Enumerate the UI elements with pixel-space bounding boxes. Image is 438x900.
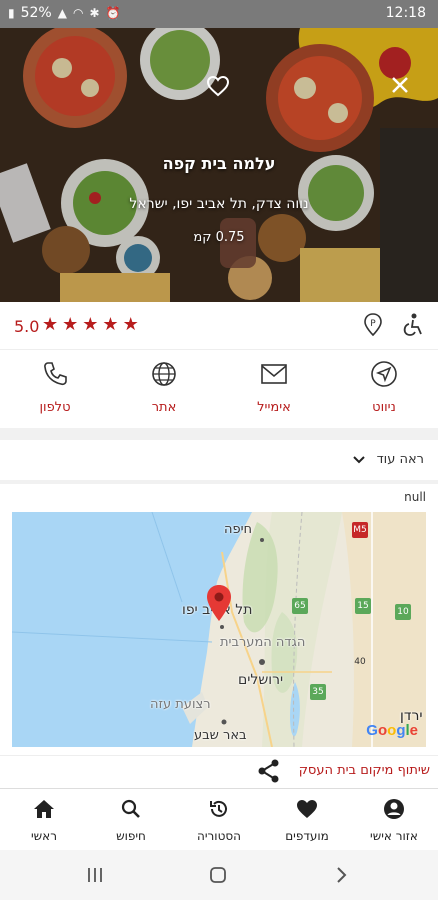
history-icon bbox=[210, 800, 227, 817]
wifi-icon: ◠ bbox=[72, 6, 84, 20]
email-button[interactable]: אימייל bbox=[229, 358, 319, 415]
favorite-button[interactable] bbox=[206, 75, 234, 103]
rating-value: 5.0 bbox=[14, 317, 40, 336]
business-details-screen: ▮ 52% ▲ ◠ ✱ ⏰ 12:18 עלמה בית קפה נווה צד… bbox=[0, 0, 438, 900]
map-tiles bbox=[12, 512, 426, 747]
see-more-label: ראה עוד bbox=[376, 452, 424, 467]
share-location-label: שיתוף מיקום בית העסק bbox=[298, 763, 430, 778]
nav-home-label: ראשי bbox=[31, 829, 57, 843]
close-button[interactable] bbox=[390, 75, 418, 103]
star-icon: ★ bbox=[102, 314, 119, 335]
account-icon bbox=[384, 799, 404, 819]
star-icon: ★ bbox=[62, 314, 79, 335]
home-square-icon bbox=[210, 867, 226, 883]
map-label-beersheba: באר שבע bbox=[194, 728, 247, 743]
svg-text:P: P bbox=[370, 319, 376, 329]
recent-apps-button[interactable] bbox=[80, 864, 110, 886]
star-icon: ★ bbox=[82, 314, 99, 335]
nav-history[interactable]: הסטוריה bbox=[179, 797, 259, 843]
road-sign-15: 15 bbox=[355, 598, 371, 614]
email-label: אימייל bbox=[257, 400, 291, 415]
road-sign-65: 65 bbox=[292, 598, 308, 614]
nav-account-label: אזור אישי bbox=[370, 829, 418, 843]
navigate-icon bbox=[371, 361, 397, 387]
mail-icon bbox=[261, 364, 287, 384]
status-bar: ▮ 52% ▲ ◠ ✱ ⏰ 12:18 bbox=[0, 0, 438, 28]
battery-level: 52% bbox=[20, 5, 52, 21]
business-name: עלמה בית קפה bbox=[162, 154, 276, 173]
nav-account[interactable]: אזור אישי bbox=[354, 797, 434, 843]
business-address: נווה צדק, תל אביב יפו, ישראל bbox=[129, 196, 309, 212]
contact-actions: ניווט אימייל אתר טלפון bbox=[0, 350, 438, 428]
nav-favorites[interactable]: מועדפים bbox=[267, 797, 347, 843]
rating-stars: ★ ★ ★ ★ ★ bbox=[42, 315, 139, 335]
alarm-icon: ⏰ bbox=[105, 6, 121, 20]
section-divider bbox=[0, 428, 438, 440]
bluetooth-icon: ✱ bbox=[89, 6, 100, 20]
system-navigation-bar bbox=[0, 850, 438, 900]
map-label-gaza: רצועת עזה bbox=[150, 697, 211, 712]
hero-image: עלמה בית קפה נווה צדק, תל אביב יפו, ישרא… bbox=[0, 28, 438, 302]
website-button[interactable]: אתר bbox=[119, 358, 209, 415]
road-sign-10: 10 bbox=[395, 604, 411, 620]
navigate-label: ניווט bbox=[372, 400, 396, 415]
nav-history-label: הסטוריה bbox=[197, 829, 241, 843]
bottom-navigation: אזור אישי מועדפים הסטוריה חיפוש ראשי bbox=[0, 788, 438, 850]
map-pin-icon bbox=[207, 585, 231, 621]
description-text: null bbox=[404, 490, 426, 504]
close-icon bbox=[392, 77, 408, 93]
road-sign-m5: M5 bbox=[352, 522, 368, 538]
home-system-button[interactable] bbox=[203, 864, 233, 886]
star-icon: ★ bbox=[122, 314, 139, 335]
heart-outline-icon bbox=[206, 75, 230, 97]
home-icon bbox=[34, 800, 54, 818]
map-label-haifa: חיפה bbox=[224, 522, 253, 537]
see-more-toggle[interactable]: ראה עוד bbox=[0, 440, 438, 480]
globe-icon bbox=[152, 362, 176, 386]
heart-icon bbox=[297, 800, 317, 818]
phone-label: טלפון bbox=[39, 400, 71, 415]
location-map[interactable]: חיפה תל אביב יפו הגדה המערבית ירושלים רצ… bbox=[12, 512, 426, 747]
website-label: אתר bbox=[151, 400, 177, 415]
nav-favorites-label: מועדפים bbox=[285, 829, 329, 843]
accessibility-icon bbox=[403, 313, 422, 336]
phone-icon bbox=[44, 362, 67, 386]
parking-pin-icon: P bbox=[364, 313, 382, 337]
google-logo: Google bbox=[366, 722, 418, 739]
section-divider bbox=[0, 480, 438, 484]
nav-search[interactable]: חיפוש bbox=[91, 797, 171, 843]
search-icon bbox=[121, 799, 140, 818]
rating-row: 5.0 ★ ★ ★ ★ ★ P bbox=[0, 302, 438, 350]
chevron-right-icon bbox=[337, 867, 347, 883]
recent-apps-icon bbox=[88, 868, 102, 882]
phone-button[interactable]: טלפון bbox=[10, 358, 100, 415]
star-icon: ★ bbox=[42, 314, 59, 335]
navigate-button[interactable]: ניווט bbox=[339, 358, 429, 415]
battery-icon: ▮ bbox=[8, 6, 15, 20]
chevron-down-icon bbox=[353, 456, 365, 464]
nav-home[interactable]: ראשי bbox=[4, 797, 84, 843]
road-sign-35: 35 bbox=[310, 684, 326, 700]
signal-icon: ▲ bbox=[57, 6, 67, 20]
road-sign-40: 40 bbox=[354, 657, 366, 667]
business-distance: 0.75 קמ bbox=[193, 230, 245, 245]
share-location-button[interactable]: שיתוף מיקום בית העסק bbox=[0, 756, 438, 786]
clock: 12:18 bbox=[385, 5, 426, 21]
nav-search-label: חיפוש bbox=[116, 829, 146, 843]
back-button[interactable] bbox=[326, 864, 356, 886]
map-label-west-bank: הגדה המערבית bbox=[220, 635, 306, 650]
map-label-jerusalem: ירושלים bbox=[238, 672, 284, 688]
share-icon bbox=[258, 759, 279, 783]
